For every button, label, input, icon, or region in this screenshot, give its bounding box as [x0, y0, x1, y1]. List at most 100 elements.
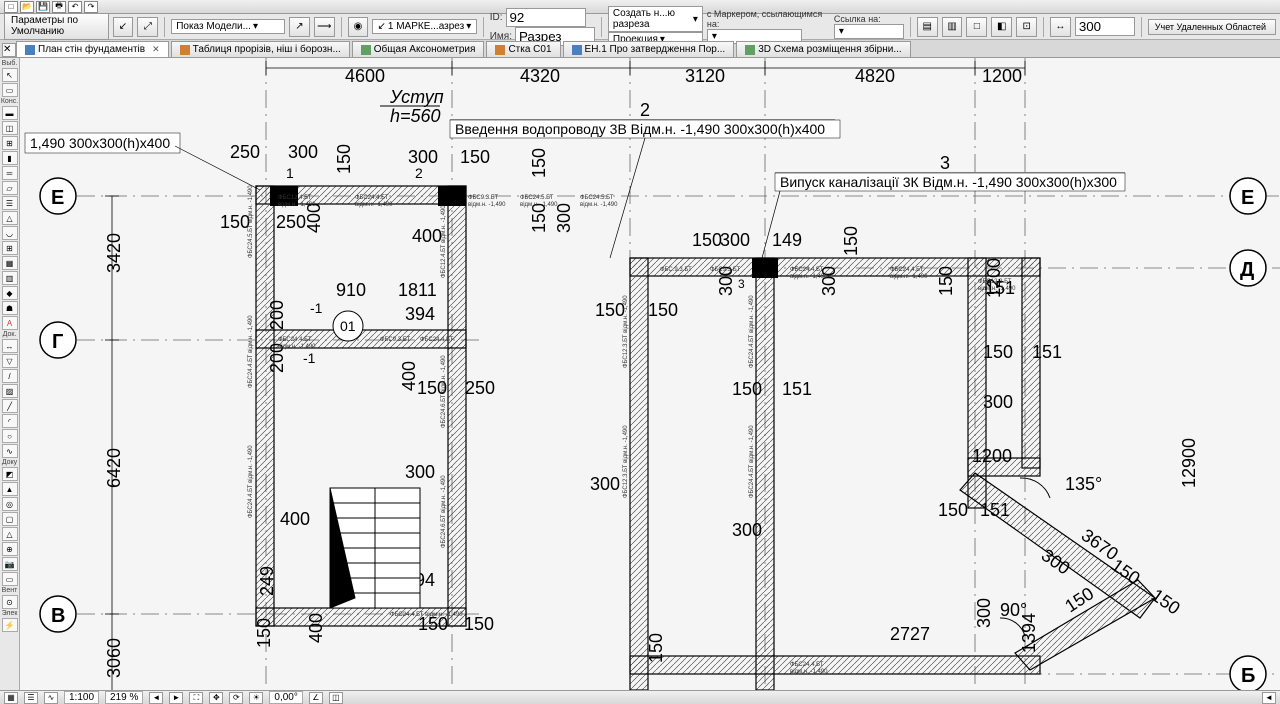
trace-icon[interactable]: ◫: [329, 692, 343, 704]
svg-text:Е: Е: [51, 187, 64, 209]
zoom-next-icon[interactable]: ►: [169, 692, 183, 704]
sun-icon[interactable]: ☀: [249, 692, 263, 704]
opt2-icon[interactable]: ▥: [942, 17, 963, 37]
file-open-icon[interactable]: 📂: [20, 1, 34, 13]
slab-tool-icon[interactable]: ▱: [2, 181, 18, 195]
link-dropdown[interactable]: ▾: [834, 24, 904, 39]
svg-text:ФБС9.3.БТ: ФБС9.3.БТ: [710, 267, 740, 273]
dim-tool-icon[interactable]: ↔: [2, 339, 18, 353]
svg-text:-1: -1: [303, 350, 316, 366]
polyline-tool-icon[interactable]: ∿: [2, 444, 18, 458]
text-tool-icon[interactable]: A: [2, 316, 18, 330]
mep-tool-icon[interactable]: ⊙: [2, 595, 18, 609]
quick-opts-icon[interactable]: ▦: [4, 692, 18, 704]
svg-text:150: 150: [595, 300, 625, 320]
section-tool-icon[interactable]: ↙: [113, 17, 134, 37]
model-display-dropdown[interactable]: Показ Модели...▾: [171, 19, 285, 34]
create-section-dropdown[interactable]: Создать н...ю разреза▾: [608, 6, 703, 32]
svg-text:3: 3: [738, 277, 745, 291]
deleted-regions-button[interactable]: Учет Удаленных Областей: [1148, 19, 1276, 35]
change-tool-icon[interactable]: △: [2, 527, 18, 541]
zone-tool-icon[interactable]: ▦: [2, 256, 18, 270]
svg-text:3060: 3060: [104, 638, 124, 678]
curtain-tool-icon[interactable]: ▥: [2, 271, 18, 285]
file-save-icon[interactable]: 💾: [36, 1, 50, 13]
tab-openings-table[interactable]: Таблиця прорізів, ніш і борозн...: [171, 41, 350, 57]
circle-tool-icon[interactable]: ○: [2, 429, 18, 443]
pan-icon[interactable]: ✥: [209, 692, 223, 704]
morph-tool-icon[interactable]: ◆: [2, 286, 18, 300]
plan-svg: 4600 4320 3120 4820 1200 Уступ h=560 1,4…: [20, 58, 1280, 690]
zoom-readout[interactable]: 219 %: [105, 691, 143, 704]
roof-tool-icon[interactable]: △: [2, 211, 18, 225]
zoom-prev-icon[interactable]: ◄: [149, 692, 163, 704]
section-tool-icon[interactable]: ◩: [2, 467, 18, 481]
file-new-icon[interactable]: □: [4, 1, 18, 13]
angle-lock-icon[interactable]: ∠: [309, 692, 323, 704]
fit-icon[interactable]: ⛶: [189, 692, 203, 704]
level-tool-icon[interactable]: ▽: [2, 354, 18, 368]
elev-tool-icon[interactable]: ▲: [2, 482, 18, 496]
svg-text:400: 400: [399, 361, 419, 391]
distance-input[interactable]: [1075, 17, 1135, 36]
door-tool-icon[interactable]: ◫: [2, 121, 18, 135]
stair-tool-icon[interactable]: ☰: [2, 196, 18, 210]
mesh-tool-icon[interactable]: ⊞: [2, 241, 18, 255]
orbit-icon[interactable]: ⟳: [229, 692, 243, 704]
svg-text:135°: 135°: [1065, 474, 1102, 494]
opt3-icon[interactable]: □: [966, 17, 987, 37]
undo-icon[interactable]: ↶: [68, 1, 82, 13]
elec-tool-icon[interactable]: ⚡: [2, 618, 18, 632]
marker-icon[interactable]: ◉: [348, 17, 369, 37]
fill-tool-icon[interactable]: ▨: [2, 384, 18, 398]
window-tool-icon[interactable]: ⊞: [2, 136, 18, 150]
close-all-icon[interactable]: ✕: [2, 43, 16, 57]
section-tool2-icon[interactable]: ⤢: [137, 17, 158, 37]
opt1-icon[interactable]: ▤: [917, 17, 938, 37]
dist-icon[interactable]: ↔: [1050, 17, 1071, 37]
beam-tool-icon[interactable]: ═: [2, 166, 18, 180]
svg-text:300: 300: [288, 142, 318, 162]
default-params-button[interactable]: Параметры по Умолчанию: [4, 13, 109, 40]
arrow-tool-icon[interactable]: ↖: [2, 68, 18, 82]
tab-grid-c01[interactable]: Стка С01: [486, 41, 560, 57]
arc-tool-icon[interactable]: ◜: [2, 414, 18, 428]
svg-text:300: 300: [408, 147, 438, 167]
tab-axonometry[interactable]: Общая Аксонометрия: [352, 41, 485, 57]
dir-icon[interactable]: ↗: [289, 17, 310, 37]
label-tool-icon[interactable]: /: [2, 369, 18, 383]
svg-text:250: 250: [465, 378, 495, 398]
shell-tool-icon[interactable]: ◡: [2, 226, 18, 240]
drawing-tool-icon[interactable]: ▭: [2, 572, 18, 586]
tab-en1[interactable]: ЕН.1 Про затвердження Пор...: [563, 41, 735, 57]
id-label: ID:: [490, 12, 503, 23]
marquee-tool-icon[interactable]: ▭: [2, 83, 18, 97]
camera-tool-icon[interactable]: 📷: [2, 557, 18, 571]
svg-text:ФБС9.3.БТ: ФБС9.3.БТ: [468, 195, 498, 201]
drawing-canvas[interactable]: 4600 4320 3120 4820 1200 Уступ h=560 1,4…: [20, 58, 1280, 690]
worksheet-tool-icon[interactable]: ▢: [2, 512, 18, 526]
wall-tool-icon[interactable]: ▬: [2, 106, 18, 120]
scale-readout[interactable]: 1:100: [64, 691, 99, 704]
layers-icon[interactable]: ☰: [24, 692, 38, 704]
angle-readout[interactable]: 0,00°: [269, 691, 302, 704]
dir2-icon[interactable]: ⟶: [314, 17, 335, 37]
column-tool-icon[interactable]: ▮: [2, 151, 18, 165]
marker-view-dropdown[interactable]: ↙1 МАРКЕ...азрез▾: [372, 19, 476, 34]
svg-text:ФБС24.5.БТ: ФБС24.5.БТ: [580, 195, 614, 201]
svg-text:відм.н. -1,490: відм.н. -1,490: [278, 344, 316, 350]
tab-foundation-plan[interactable]: План стін фундаментів✕: [16, 41, 169, 57]
object-tool-icon[interactable]: ☗: [2, 301, 18, 315]
line-tool-icon[interactable]: ╱: [2, 399, 18, 413]
magnet-icon[interactable]: ∿: [44, 692, 58, 704]
opt5-icon[interactable]: ⊡: [1016, 17, 1037, 37]
tab-3d-scheme[interactable]: 3D Схема розміщення збірни...: [736, 41, 910, 57]
close-icon[interactable]: ✕: [152, 44, 160, 55]
print-icon[interactable]: 🖶: [52, 1, 66, 13]
opt4-icon[interactable]: ◧: [991, 17, 1012, 37]
detail-tool-icon[interactable]: ◎: [2, 497, 18, 511]
id-input[interactable]: [506, 8, 586, 27]
grid-tool-icon[interactable]: ⊕: [2, 542, 18, 556]
scroll-left-icon[interactable]: ◄: [1262, 692, 1276, 704]
redo-icon[interactable]: ↷: [84, 1, 98, 13]
